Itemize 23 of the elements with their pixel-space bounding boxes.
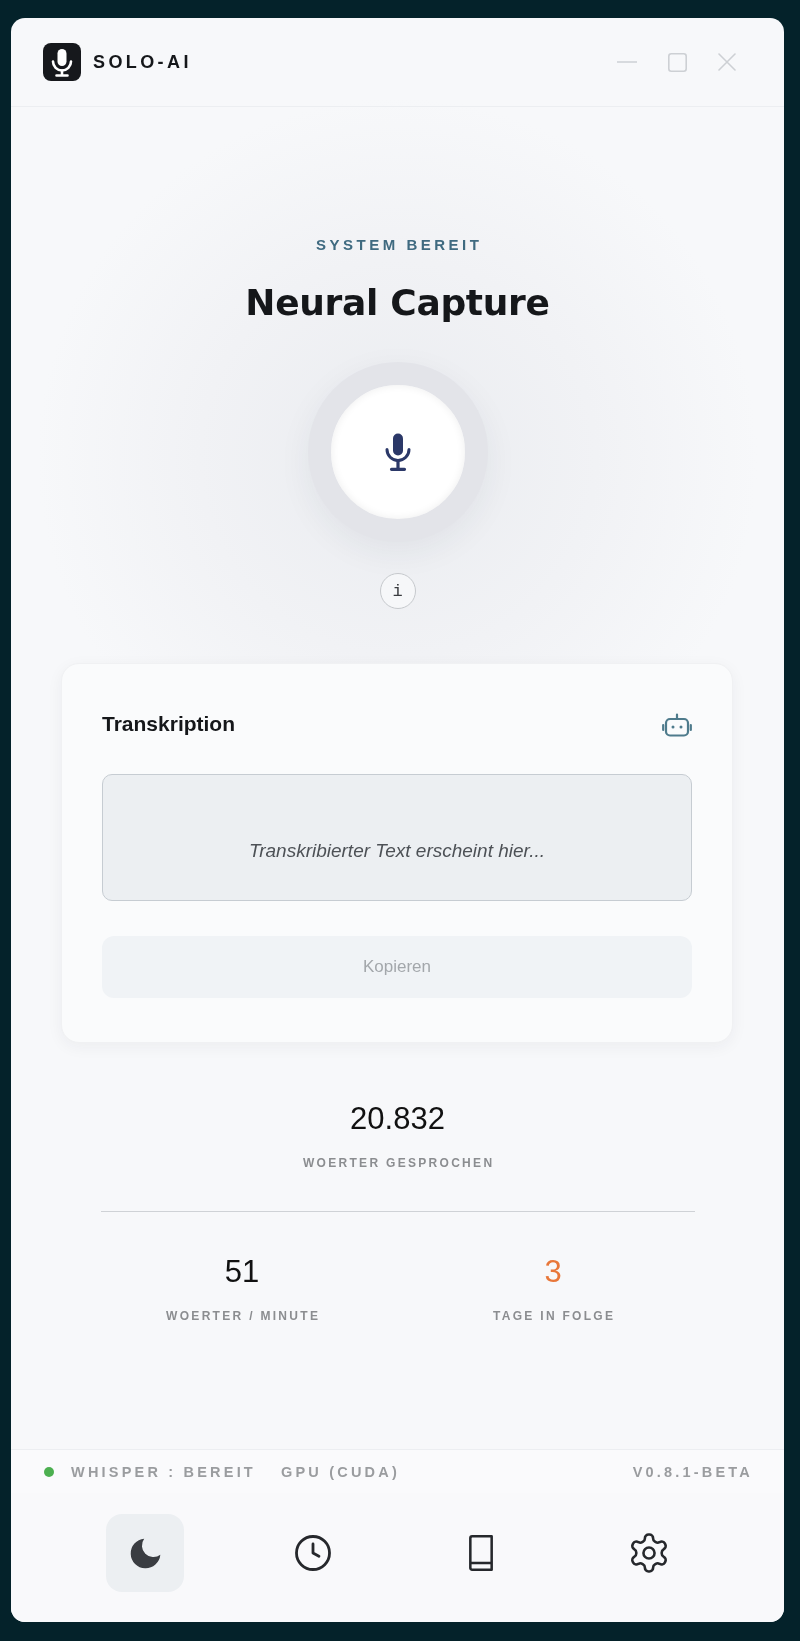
moon-button[interactable] bbox=[106, 1514, 184, 1592]
status-text: WHISPER : BEREIT bbox=[71, 1462, 256, 1481]
robot-icon[interactable] bbox=[662, 711, 692, 737]
status-heading: SYSTEM BEREIT bbox=[315, 235, 483, 255]
info-button[interactable]: i bbox=[379, 573, 416, 609]
stat-label: WOERTER GESPROCHEN bbox=[301, 1155, 495, 1171]
stat-value: 3 bbox=[544, 1253, 562, 1291]
status-text: GPU (CUDA) bbox=[280, 1462, 400, 1481]
settings-icon bbox=[629, 1533, 669, 1573]
moon-icon bbox=[129, 1537, 161, 1569]
card-title: Transkription bbox=[102, 711, 236, 737]
microphone-logo-icon bbox=[43, 43, 81, 81]
stat-label: WOERTER / MINUTE bbox=[165, 1308, 321, 1324]
stat-value: 51 bbox=[224, 1253, 260, 1291]
book-icon bbox=[466, 1535, 496, 1571]
stat-value: 20.832 bbox=[350, 1100, 445, 1138]
version-label: V0.8.1-BETA bbox=[632, 1462, 753, 1481]
transcript-field[interactable]: Transkribierter Text erscheint hier... bbox=[102, 774, 692, 901]
clock-icon bbox=[295, 1535, 331, 1571]
microphone-icon bbox=[384, 433, 411, 471]
page-title: Neural Capture bbox=[245, 281, 550, 325]
app-name: SOLO-AI bbox=[93, 51, 192, 74]
stat-label: TAGE IN FOLGE bbox=[491, 1308, 616, 1324]
